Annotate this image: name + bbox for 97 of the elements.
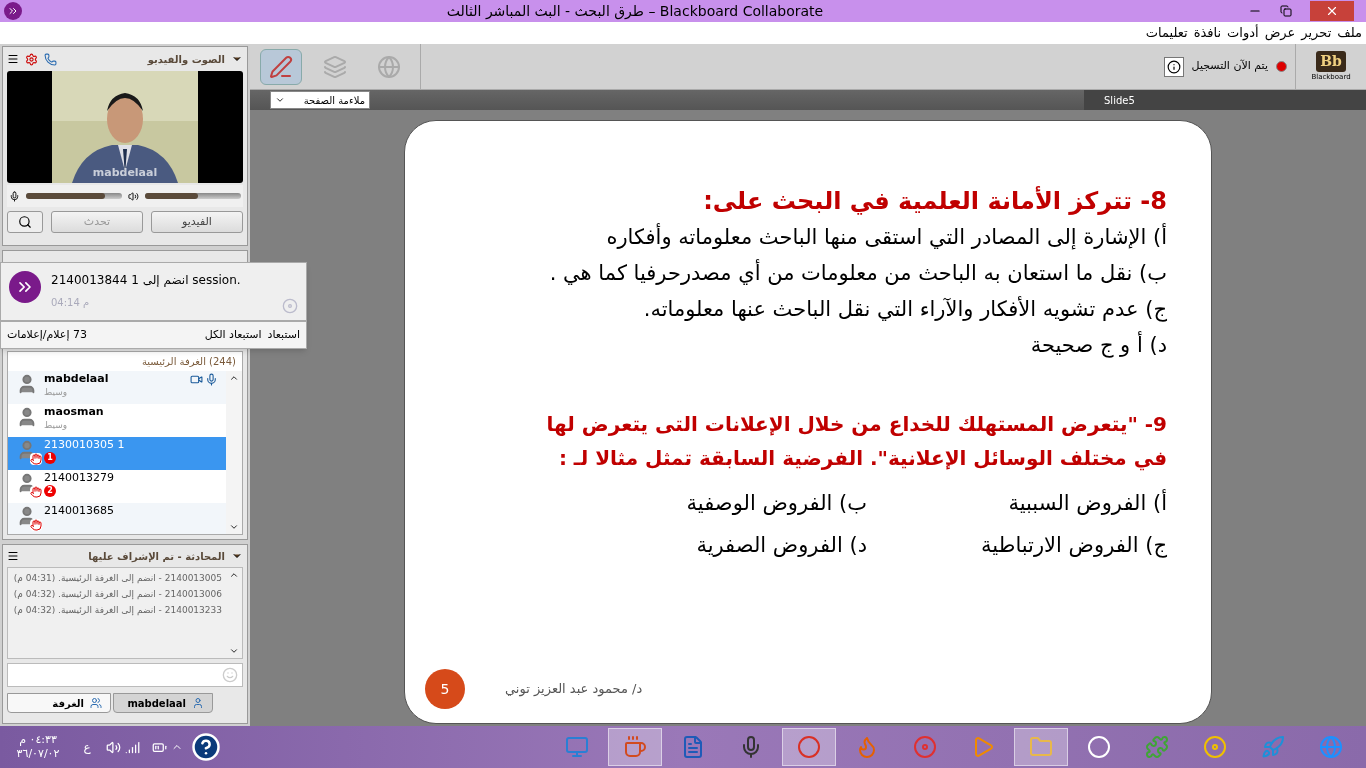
disc-icon <box>913 735 937 759</box>
info-button[interactable] <box>1163 56 1184 77</box>
dismiss-link[interactable]: استبعاد الكل <box>204 326 262 344</box>
role-label: وسيط <box>44 388 69 397</box>
author-label: د/ محمود عبد العزيز توني <box>505 680 643 699</box>
microphone-icon <box>9 190 20 202</box>
menu-item[interactable]: ملف <box>1337 23 1362 43</box>
answer-option: ج) عدم تشويه الأفكار والآراء التي نقل الباحث عنها معلوماته. <box>425 291 1167 327</box>
participant-row[interactable]: 2130010305 1 1 <box>8 437 226 470</box>
folder-icon <box>1029 735 1053 759</box>
panel-title: الصوت والفيديو <box>146 52 225 67</box>
participant-name: 2140013279 <box>44 472 115 483</box>
notification-count: 73 إعلام/إعلامات <box>7 326 87 343</box>
puzzle-icon <box>1145 735 1169 759</box>
taskbar-app-button[interactable] <box>782 728 836 766</box>
signal-icon[interactable] <box>125 739 140 755</box>
recording-label: يتم الآن التسجيل <box>1191 58 1268 75</box>
chat-input-field[interactable] <box>7 663 243 687</box>
room-label: (244) الغرفة الرئيسية <box>141 355 237 369</box>
chat-message: 2140013006 - انضم إلى الغرفة الرئيسية. (04:32 م) <box>12 588 222 600</box>
chat-tab[interactable]: mabdelaal <box>113 693 213 713</box>
role-label: وسيط <box>44 421 69 430</box>
circle-icon <box>1087 735 1111 759</box>
hand-order-badge: 2 <box>44 485 56 497</box>
panel-menu-icon[interactable] <box>7 53 19 65</box>
person-icon <box>192 697 204 709</box>
monitor-icon <box>565 735 589 759</box>
document-icon <box>681 735 705 759</box>
taskbar-app-button[interactable] <box>608 728 662 766</box>
chat-tab[interactable]: الغرفة <box>7 693 111 713</box>
speaker-level-slider[interactable] <box>145 193 241 199</box>
globe-icon <box>377 54 401 79</box>
circle-icon <box>797 735 821 759</box>
scroll-up-icon[interactable] <box>229 570 239 580</box>
speaker-icon <box>128 190 139 202</box>
close-button[interactable] <box>1310 1 1354 21</box>
scrollbar[interactable] <box>226 371 242 534</box>
help-icon[interactable] <box>191 732 221 762</box>
globe-icon <box>1319 735 1343 759</box>
coffee-cup-icon <box>623 735 647 759</box>
tool-button[interactable] <box>260 48 302 85</box>
video-name-label: mabdelaal <box>91 164 159 181</box>
panel-title: المحادثة - تم الإشراف عليها <box>87 549 225 564</box>
answer-option: ب) نقل ما استعان به الباحث من معلومات من أي مصدرحرفيا كما هي . <box>425 255 1167 291</box>
answer-option: ب) الفروض الوصفية <box>567 485 867 521</box>
menu-item[interactable]: أدوات <box>1227 23 1259 43</box>
chat-message: 2140013005 - انضم إلى الغرفة الرئيسية. (04:31 م) <box>12 572 222 584</box>
panel-menu-icon[interactable] <box>7 550 19 562</box>
question-title: في مختلف الوسائل الإعلانية". الفرضية السابقة تمثل مثالا لـ : <box>557 445 1167 473</box>
question-title: 9- "يتعرض المستهلك للخداع من خلال الإعلانات التى يتعرض لها <box>545 411 1167 438</box>
participant-name: maosman <box>44 406 105 417</box>
clock-time: ٠٤:٣٣ م <box>19 733 57 747</box>
mic-level-slider[interactable] <box>26 193 122 199</box>
answer-option: ج) الفروض الارتباطية <box>867 527 1167 563</box>
layers-icon <box>323 54 347 79</box>
audio-button[interactable]: الفيديو <box>151 211 243 233</box>
answer-option: د) أ و ج صحيحة <box>425 327 1167 363</box>
app-logo-icon <box>4 2 22 20</box>
chat-message: 2140013233 - انضم إلى الغرفة الرئيسية. (04:32 م) <box>12 604 222 616</box>
question-title: 8- تتركز الأمانة العلمية في البحث على: <box>702 185 1167 217</box>
answer-option: أ) الإشارة إلى المصادر التي استقى منها الباحث معلوماته وأفكاره <box>425 219 1167 255</box>
volume-icon[interactable] <box>106 739 121 755</box>
answer-option: أ) الفروض السببية <box>867 485 1167 521</box>
menu-item[interactable]: تعليمات <box>1145 23 1188 43</box>
menu-item[interactable]: عرض <box>1264 23 1296 43</box>
people-icon <box>90 697 102 709</box>
zoom-dropdown[interactable]: ملاءمة الصفحة <box>270 91 370 109</box>
search-icon <box>18 215 32 229</box>
restore-icon[interactable] <box>1280 5 1292 17</box>
microphone-icon <box>205 373 218 386</box>
participant-row[interactable]: 2140013685 <box>8 503 226 534</box>
slide-tab[interactable]: Slide5 <box>1084 90 1366 110</box>
close-icon <box>1325 4 1339 18</box>
clock-date: ٣٦/٠٧/٠٢ <box>16 747 60 761</box>
hand-order-badge: 1 <box>44 452 56 464</box>
scroll-down-icon[interactable] <box>229 522 239 532</box>
search-button[interactable] <box>7 211 43 233</box>
gear-icon[interactable] <box>25 52 38 66</box>
notification-time: 04:14 م <box>51 296 91 310</box>
window-title: طرق البحث - البث المباشر الثالث – Blackboard Collaborate <box>445 1 825 22</box>
participant-name: mabdelaal <box>44 373 110 384</box>
participant-name: 2140013685 <box>44 505 115 516</box>
scroll-down-icon[interactable] <box>229 646 239 656</box>
page-number: 5 <box>425 669 465 709</box>
notification-text: 2140013844 1 انضم إلى session. <box>51 272 242 289</box>
scroll-up-icon[interactable] <box>229 373 239 383</box>
answer-option: د) الفروض الصفرية <box>567 527 867 563</box>
language-indicator[interactable]: ع <box>72 738 102 756</box>
menu-item[interactable]: نافذة <box>1193 23 1222 43</box>
menu-item[interactable]: تحرير <box>1301 23 1332 43</box>
participant-name: 2130010305 1 <box>44 439 126 450</box>
rocket-icon <box>1261 735 1285 759</box>
dismiss-link[interactable]: استبعاد <box>267 326 300 344</box>
pen-icon <box>269 54 293 79</box>
phone-icon[interactable] <box>44 52 57 66</box>
app-logo-icon <box>9 271 41 303</box>
disc-icon <box>1203 735 1227 759</box>
